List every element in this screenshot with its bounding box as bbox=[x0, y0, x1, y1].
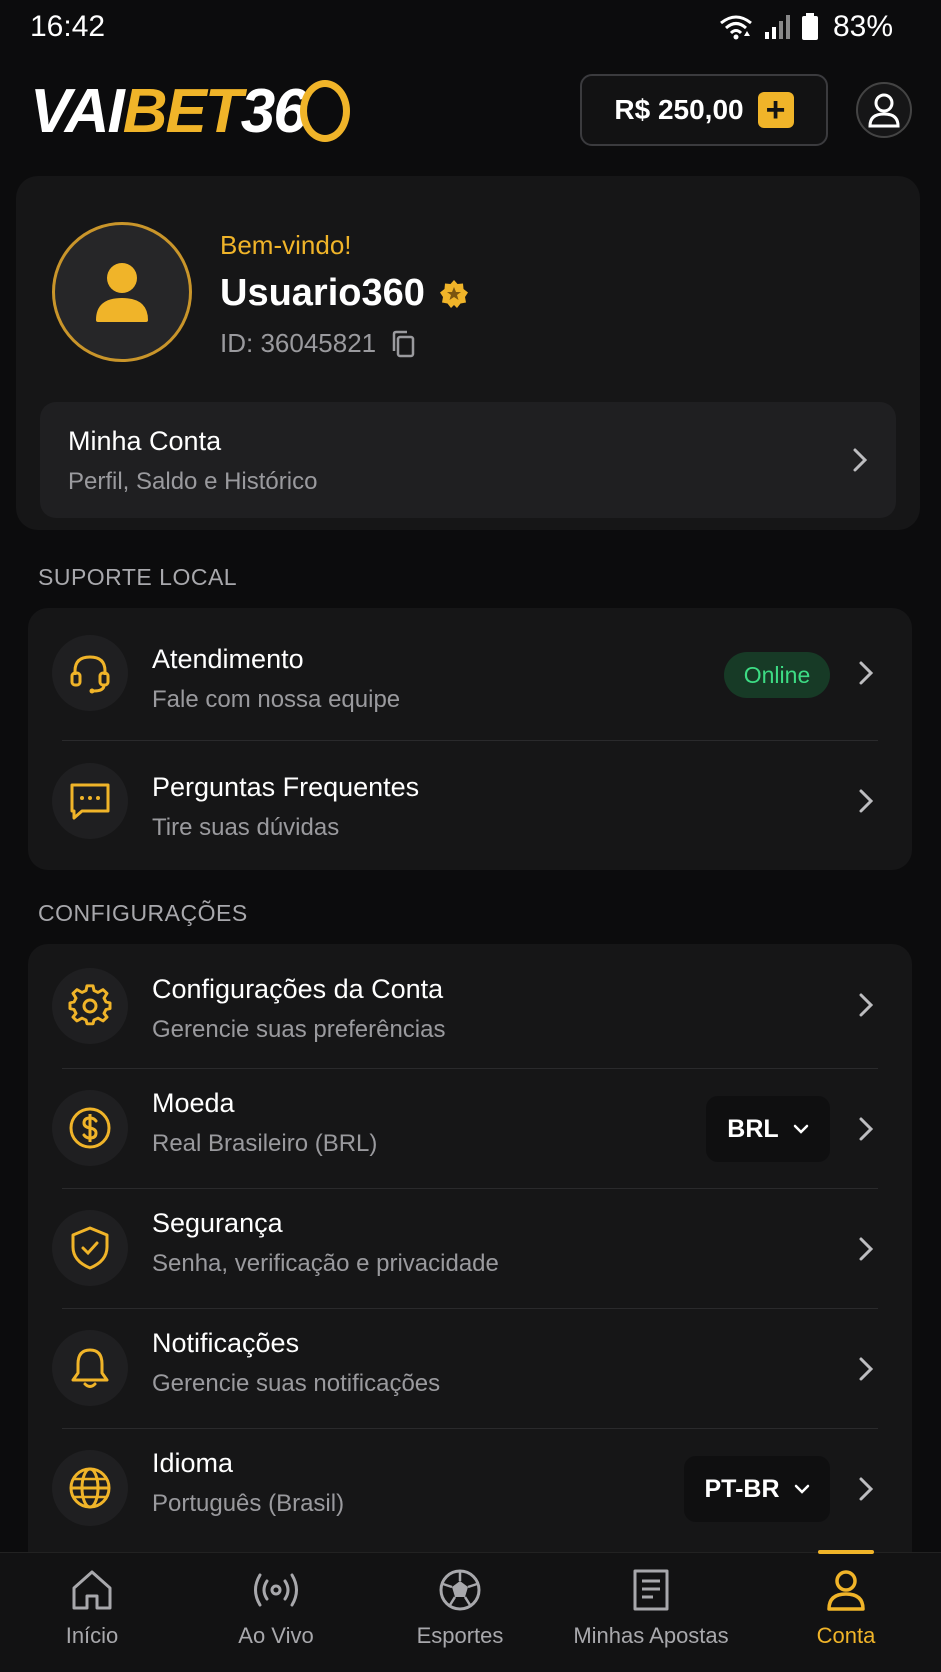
support-row-faq[interactable]: Perguntas Frequentes Tire suas dúvidas bbox=[28, 740, 912, 870]
nav-item-inicio[interactable]: Início bbox=[42, 1567, 142, 1667]
user-avatar-icon bbox=[96, 263, 148, 322]
nav-label: Ao Vivo bbox=[238, 1623, 314, 1648]
logo-part-36: 36 bbox=[240, 76, 308, 146]
my-account-subtitle: Perfil, Saldo e Histórico bbox=[68, 468, 318, 495]
support-group: Atendimento Fale com nossa equipe Online… bbox=[28, 608, 912, 870]
nav-label: Conta bbox=[816, 1623, 876, 1648]
support-row-atendimento[interactable]: Atendimento Fale com nossa equipe Online bbox=[28, 608, 912, 738]
signal-icon bbox=[764, 15, 790, 39]
home-icon bbox=[72, 1570, 112, 1610]
settings-row-notifications[interactable]: Notificações Gerencie suas notificações bbox=[28, 1308, 912, 1428]
row-title: Perguntas Frequentes bbox=[152, 772, 420, 802]
globe-icon bbox=[52, 1450, 128, 1526]
welcome-text: Bem-vindo! bbox=[220, 230, 352, 260]
status-badge: Online bbox=[724, 652, 830, 698]
row-subtitle: Gerencie suas preferências bbox=[152, 1016, 446, 1043]
section-title-settings: CONFIGURAÇÕES bbox=[38, 900, 248, 926]
my-account-row[interactable]: Minha Conta Perfil, Saldo e Histórico bbox=[40, 402, 896, 518]
settings-row-currency[interactable]: Moeda Real Brasileiro (BRL) BRL bbox=[28, 1068, 912, 1188]
chevron-right-icon bbox=[859, 789, 874, 813]
chat-bubble-icon bbox=[52, 763, 128, 839]
row-subtitle: Gerencie suas notificações bbox=[152, 1370, 441, 1397]
logo-part-bet: BET bbox=[122, 76, 243, 146]
app-header: VAI BET 36 R$ 250,00 + bbox=[0, 66, 941, 156]
headset-icon bbox=[52, 635, 128, 711]
chevron-right-icon bbox=[859, 661, 874, 685]
row-title: Moeda bbox=[152, 1088, 235, 1118]
row-title: Configurações da Conta bbox=[152, 974, 444, 1004]
nav-label: Início bbox=[65, 1623, 119, 1648]
nav-item-ao-vivo[interactable]: Ao Vivo bbox=[216, 1567, 336, 1667]
row-subtitle: Fale com nossa equipe bbox=[152, 686, 401, 713]
status-indicators: 83% bbox=[719, 10, 893, 44]
user-id-row: ID: 36045821 bbox=[220, 328, 416, 359]
soccer-ball-icon bbox=[439, 1569, 481, 1611]
battery-icon bbox=[801, 13, 818, 40]
row-subtitle: Real Brasileiro (BRL) bbox=[152, 1130, 378, 1157]
logo-part-vai: VAI bbox=[30, 76, 125, 146]
chevron-right-icon bbox=[859, 1117, 874, 1141]
profile-button[interactable] bbox=[856, 82, 912, 138]
chevron-right-icon bbox=[859, 993, 874, 1017]
section-title-support: SUPORTE LOCAL bbox=[38, 564, 238, 590]
chevron-right-icon bbox=[859, 1357, 874, 1381]
shield-icon bbox=[52, 1210, 128, 1286]
brand-logo[interactable]: VAI BET 36 bbox=[30, 76, 350, 146]
row-title: Idioma bbox=[152, 1448, 234, 1478]
language-select[interactable]: PT-BR bbox=[684, 1456, 830, 1522]
chevron-down-icon bbox=[794, 1484, 809, 1494]
user-card: Bem-vindo! Usuario360 ID: 36045821 Minha… bbox=[16, 176, 920, 530]
wifi-icon bbox=[720, 15, 752, 40]
battery-percentage: 83% bbox=[832, 10, 893, 43]
active-tab-indicator bbox=[818, 1550, 874, 1554]
dollar-coin-icon bbox=[52, 1090, 128, 1166]
settings-row-account[interactable]: Configurações da Conta Gerencie suas pre… bbox=[28, 944, 912, 1068]
language-value: PT-BR bbox=[704, 1474, 780, 1503]
row-subtitle: Português (Brasil) bbox=[152, 1490, 345, 1517]
nav-label: Esportes bbox=[416, 1623, 504, 1648]
chevron-down-icon bbox=[793, 1124, 808, 1134]
nav-item-minhas-apostas[interactable]: Minhas Apostas bbox=[566, 1567, 736, 1667]
live-broadcast-icon bbox=[254, 1573, 298, 1607]
username: Usuario360 bbox=[220, 272, 425, 314]
settings-row-security[interactable]: Segurança Senha, verificação e privacida… bbox=[28, 1188, 912, 1308]
balance-amount: R$ 250,00 bbox=[614, 94, 744, 125]
logo-ring bbox=[299, 80, 350, 142]
status-time: 16:42 bbox=[30, 10, 106, 43]
user-icon bbox=[868, 93, 900, 128]
verified-badge-icon bbox=[439, 279, 468, 308]
row-title: Atendimento bbox=[152, 644, 304, 674]
account-screen: 16:42 83% VAI BET 36 R$ 250,00 + Bem-vin… bbox=[0, 0, 941, 1672]
row-subtitle: Tire suas dúvidas bbox=[152, 814, 340, 841]
bottom-navigation: Início Ao Vivo Esportes Minhas Apostas C… bbox=[0, 1552, 941, 1672]
plus-icon: + bbox=[757, 92, 794, 128]
user-id: ID: 36045821 bbox=[220, 328, 377, 358]
row-subtitle: Senha, verificação e privacidade bbox=[152, 1250, 499, 1277]
nav-label: Minhas Apostas bbox=[573, 1623, 729, 1648]
nav-item-conta[interactable]: Conta bbox=[796, 1567, 896, 1667]
my-account-title: Minha Conta bbox=[68, 426, 222, 456]
status-bar: 16:42 83% bbox=[0, 0, 941, 56]
avatar[interactable] bbox=[52, 222, 192, 362]
chevron-right-icon bbox=[859, 1477, 874, 1501]
row-title: Segurança bbox=[152, 1208, 283, 1238]
username-row: Usuario360 bbox=[220, 272, 469, 315]
chevron-right-icon bbox=[859, 1237, 874, 1261]
settings-group: Configurações da Conta Gerencie suas pre… bbox=[28, 944, 912, 1564]
bell-icon bbox=[52, 1330, 128, 1406]
nav-item-esportes[interactable]: Esportes bbox=[400, 1567, 520, 1667]
currency-value: BRL bbox=[727, 1114, 779, 1143]
balance-deposit-button[interactable]: R$ 250,00 + bbox=[580, 74, 828, 146]
bet-slip-icon bbox=[633, 1569, 669, 1611]
gear-icon bbox=[52, 968, 128, 1044]
copy-icon[interactable] bbox=[390, 330, 416, 358]
row-title: Notificações bbox=[152, 1328, 300, 1358]
settings-row-language[interactable]: Idioma Português (Brasil) PT-BR bbox=[28, 1428, 912, 1548]
user-account-icon bbox=[827, 1570, 865, 1611]
currency-select[interactable]: BRL bbox=[706, 1096, 830, 1162]
chevron-right-icon bbox=[853, 448, 868, 472]
